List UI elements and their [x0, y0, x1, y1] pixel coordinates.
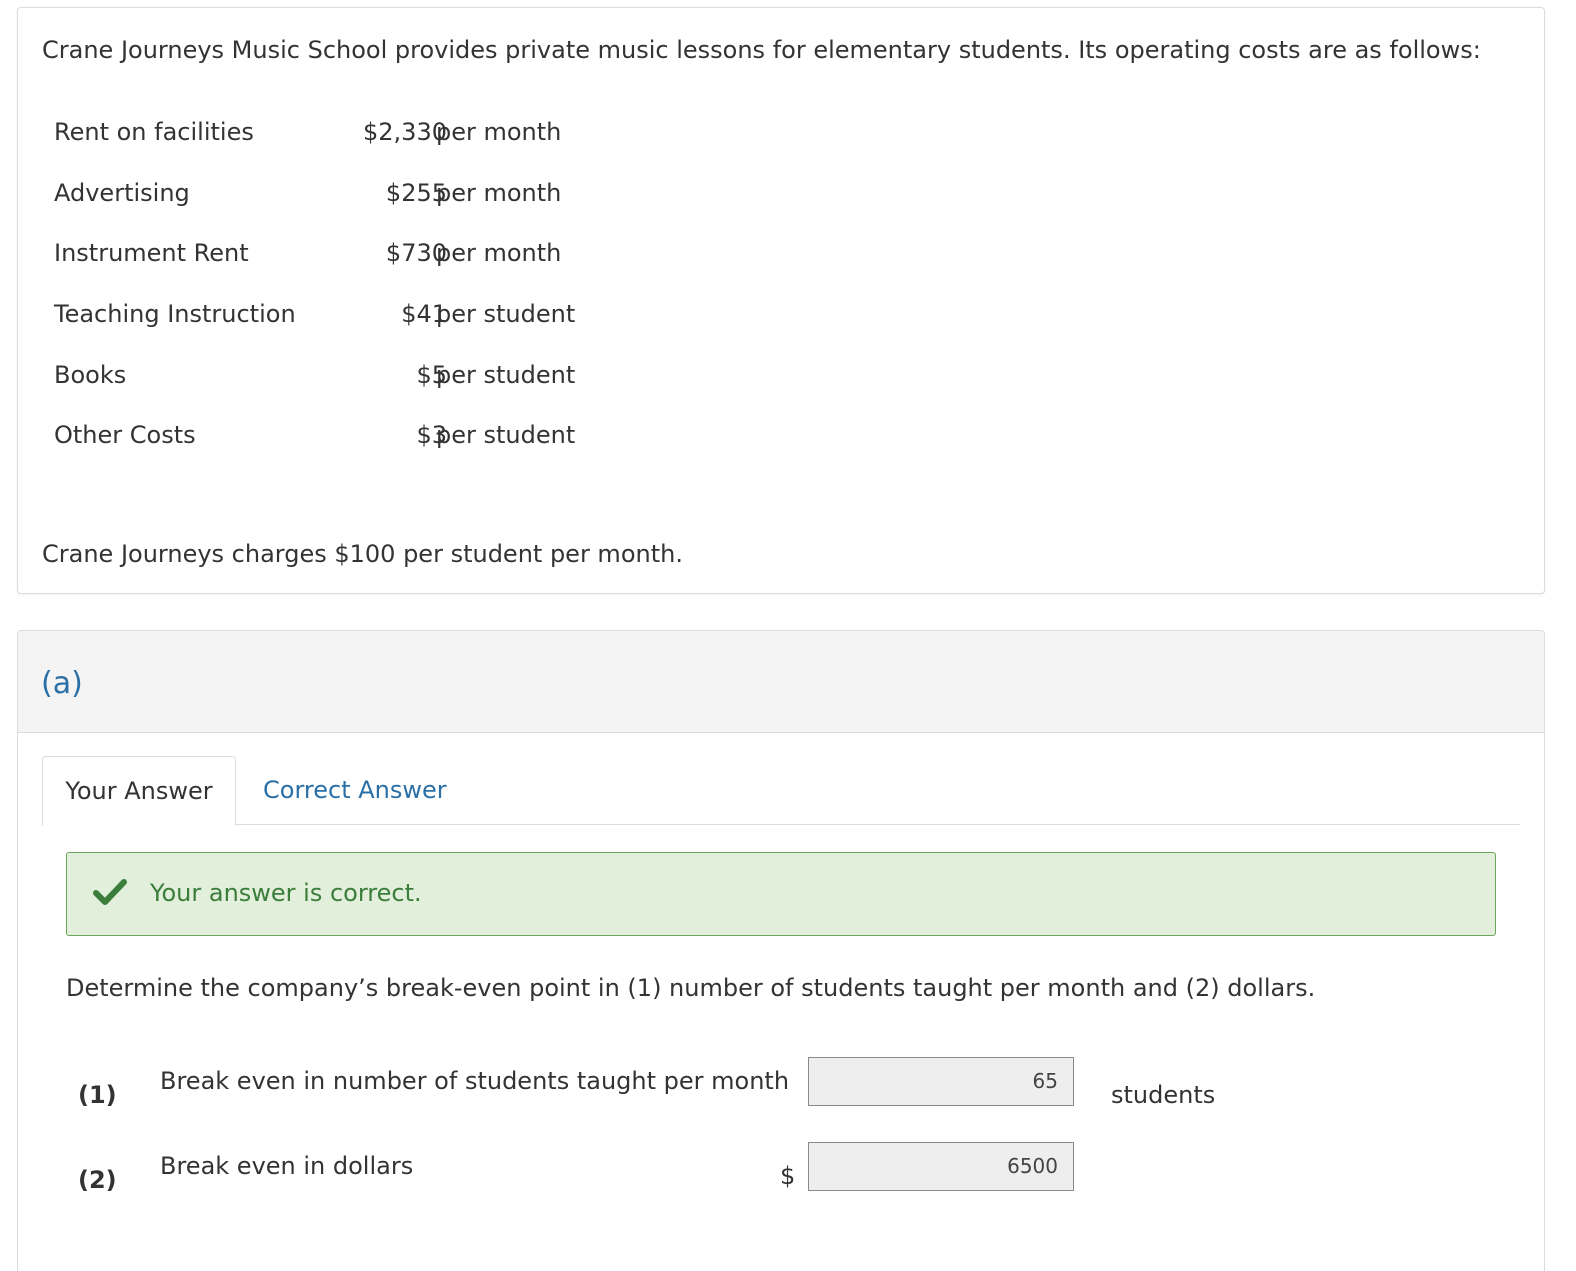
cost-unit: per month: [436, 179, 562, 207]
alert-text: Your answer is correct.: [150, 879, 422, 907]
answer-row-suffix: students: [1111, 1081, 1216, 1109]
problem-intro: Crane Journeys Music School provides pri…: [42, 36, 1481, 64]
success-alert: Your answer is correct.: [66, 852, 1496, 936]
students-answer-field[interactable]: 65: [808, 1057, 1074, 1106]
problem-card: Crane Journeys Music School provides pri…: [17, 7, 1545, 594]
cost-label: Teaching Instruction: [54, 300, 296, 328]
cost-label: Advertising: [54, 179, 190, 207]
cost-unit: per student: [436, 421, 576, 449]
cost-unit: per student: [436, 300, 576, 328]
cost-unit: per student: [436, 361, 576, 389]
cost-row: Books $5 per student: [54, 359, 654, 391]
tab-correct-answer[interactable]: Correct Answer: [263, 756, 447, 824]
cost-row: Instrument Rent $730 per month: [54, 237, 654, 269]
cost-row: Advertising $255 per month: [54, 177, 654, 209]
check-icon: [93, 879, 127, 905]
tab-your-answer[interactable]: Your Answer: [42, 756, 236, 826]
answer-row-label: Break even in dollars: [160, 1152, 414, 1180]
cost-row: Teaching Instruction $41 per student: [54, 298, 654, 330]
cost-row: Other Costs $3 per student: [54, 419, 654, 451]
cost-amount: $2,330: [363, 118, 447, 146]
dollar-prefix: $: [780, 1162, 796, 1190]
part-label: (a): [41, 666, 83, 701]
answer-row: (2) Break even in dollars $ 6500: [66, 1142, 1266, 1202]
dollars-answer-field[interactable]: 6500: [808, 1142, 1074, 1191]
answer-row-label: Break even in number of students taught …: [160, 1067, 790, 1095]
question-text: Determine the company’s break-even point…: [66, 974, 1316, 1002]
part-card: (a) Your Answer Correct Answer Your answ…: [17, 630, 1545, 1271]
cost-label: Other Costs: [54, 421, 196, 449]
answer-row-number: (2): [78, 1166, 117, 1194]
cost-label: Instrument Rent: [54, 239, 249, 267]
cost-unit: per month: [436, 118, 562, 146]
cost-row: Rent on facilities $2,330 per month: [54, 116, 654, 148]
cost-unit: per month: [436, 239, 562, 267]
cost-label: Books: [54, 361, 127, 389]
charges-text: Crane Journeys charges $100 per student …: [42, 540, 683, 568]
answer-row: (1) Break even in number of students tau…: [66, 1057, 1266, 1117]
answer-tabs: Your Answer Correct Answer: [42, 756, 1520, 826]
cost-label: Rent on facilities: [54, 118, 254, 146]
answer-row-number: (1): [78, 1081, 117, 1109]
part-header: (a): [18, 631, 1544, 733]
